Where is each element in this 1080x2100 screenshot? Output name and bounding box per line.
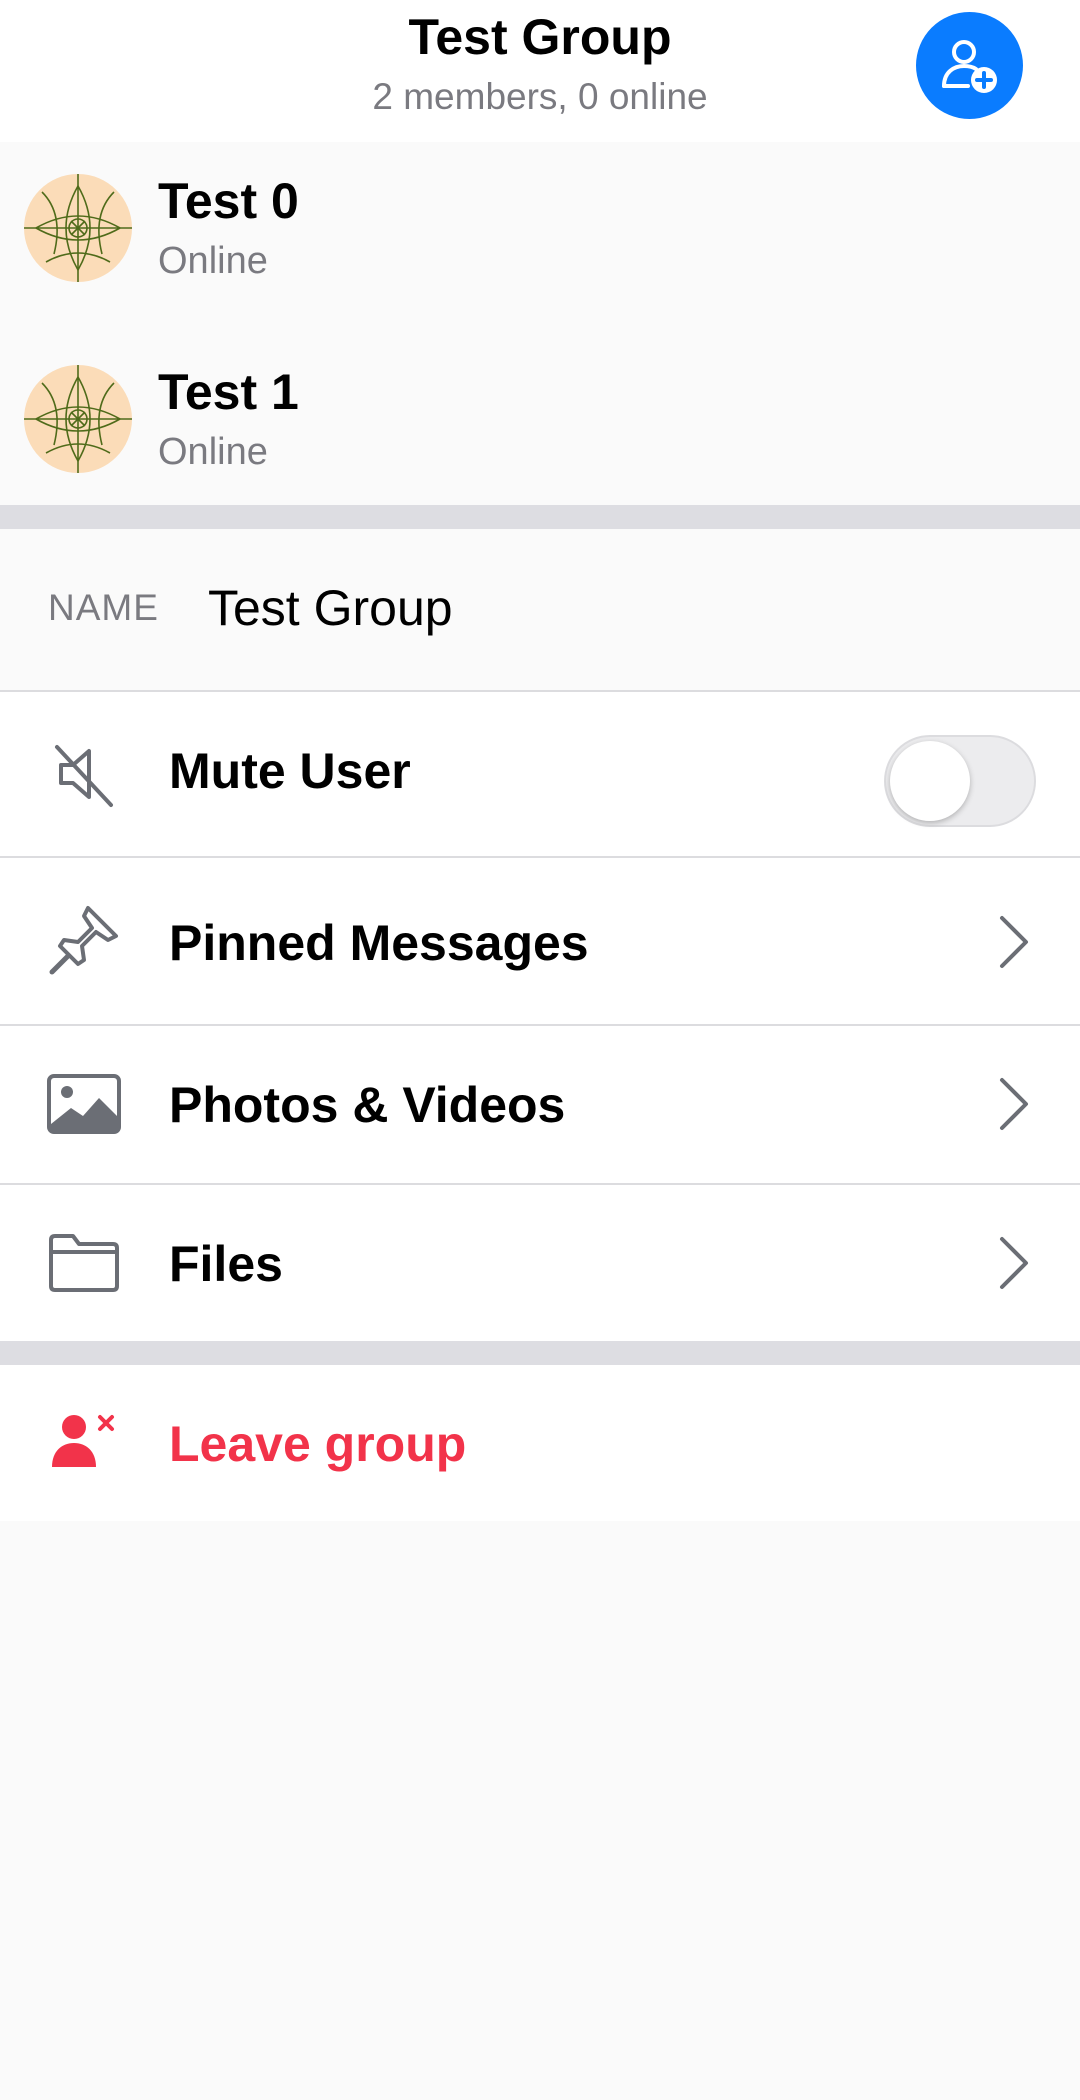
member-name: Test 0 — [158, 173, 299, 229]
header: Test Group 2 members, 0 online — [0, 0, 1080, 142]
mute-user-row[interactable]: Mute User — [0, 692, 1080, 856]
section-divider — [0, 505, 1080, 529]
chevron-right-icon — [1000, 916, 1028, 968]
geometric-pattern-avatar — [24, 174, 132, 282]
member-name: Test 1 — [158, 364, 299, 420]
toggle-knob — [890, 741, 970, 821]
member-item[interactable]: Test 1 Online — [0, 333, 1080, 523]
mute-user-label: Mute User — [169, 743, 411, 799]
pin-icon — [44, 900, 124, 980]
chevron-right-icon — [1000, 1237, 1028, 1289]
section-divider — [0, 1341, 1080, 1365]
image-icon — [44, 1064, 124, 1144]
group-name-value[interactable]: Test Group — [208, 579, 453, 637]
add-user-icon — [941, 39, 997, 93]
mute-user-toggle[interactable] — [884, 735, 1036, 827]
speaker-muted-icon — [44, 734, 124, 814]
photos-videos-row[interactable]: Photos & Videos — [0, 1026, 1080, 1183]
files-row[interactable]: Files — [0, 1185, 1080, 1341]
folder-icon — [44, 1223, 124, 1303]
member-list: Test 0 Online Test 1 Online — [0, 142, 1080, 505]
pinned-messages-row[interactable]: Pinned Messages — [0, 858, 1080, 1024]
member-item[interactable]: Test 0 Online — [0, 142, 1080, 332]
geometric-pattern-avatar — [24, 365, 132, 473]
avatar — [24, 365, 132, 473]
group-name-row[interactable]: NAME Test Group — [0, 529, 1080, 690]
remove-user-icon — [52, 1415, 114, 1467]
group-name-label: NAME — [48, 587, 159, 628]
leave-group-label: Leave group — [169, 1416, 467, 1472]
add-member-button[interactable] — [916, 12, 1023, 119]
avatar — [24, 174, 132, 282]
pinned-messages-label: Pinned Messages — [169, 915, 589, 971]
chevron-right-icon — [1000, 1078, 1028, 1130]
member-status: Online — [158, 431, 268, 473]
files-label: Files — [169, 1236, 283, 1292]
member-status: Online — [158, 240, 268, 282]
leave-group-button[interactable]: Leave group — [0, 1365, 1080, 1521]
photos-videos-label: Photos & Videos — [169, 1077, 566, 1133]
